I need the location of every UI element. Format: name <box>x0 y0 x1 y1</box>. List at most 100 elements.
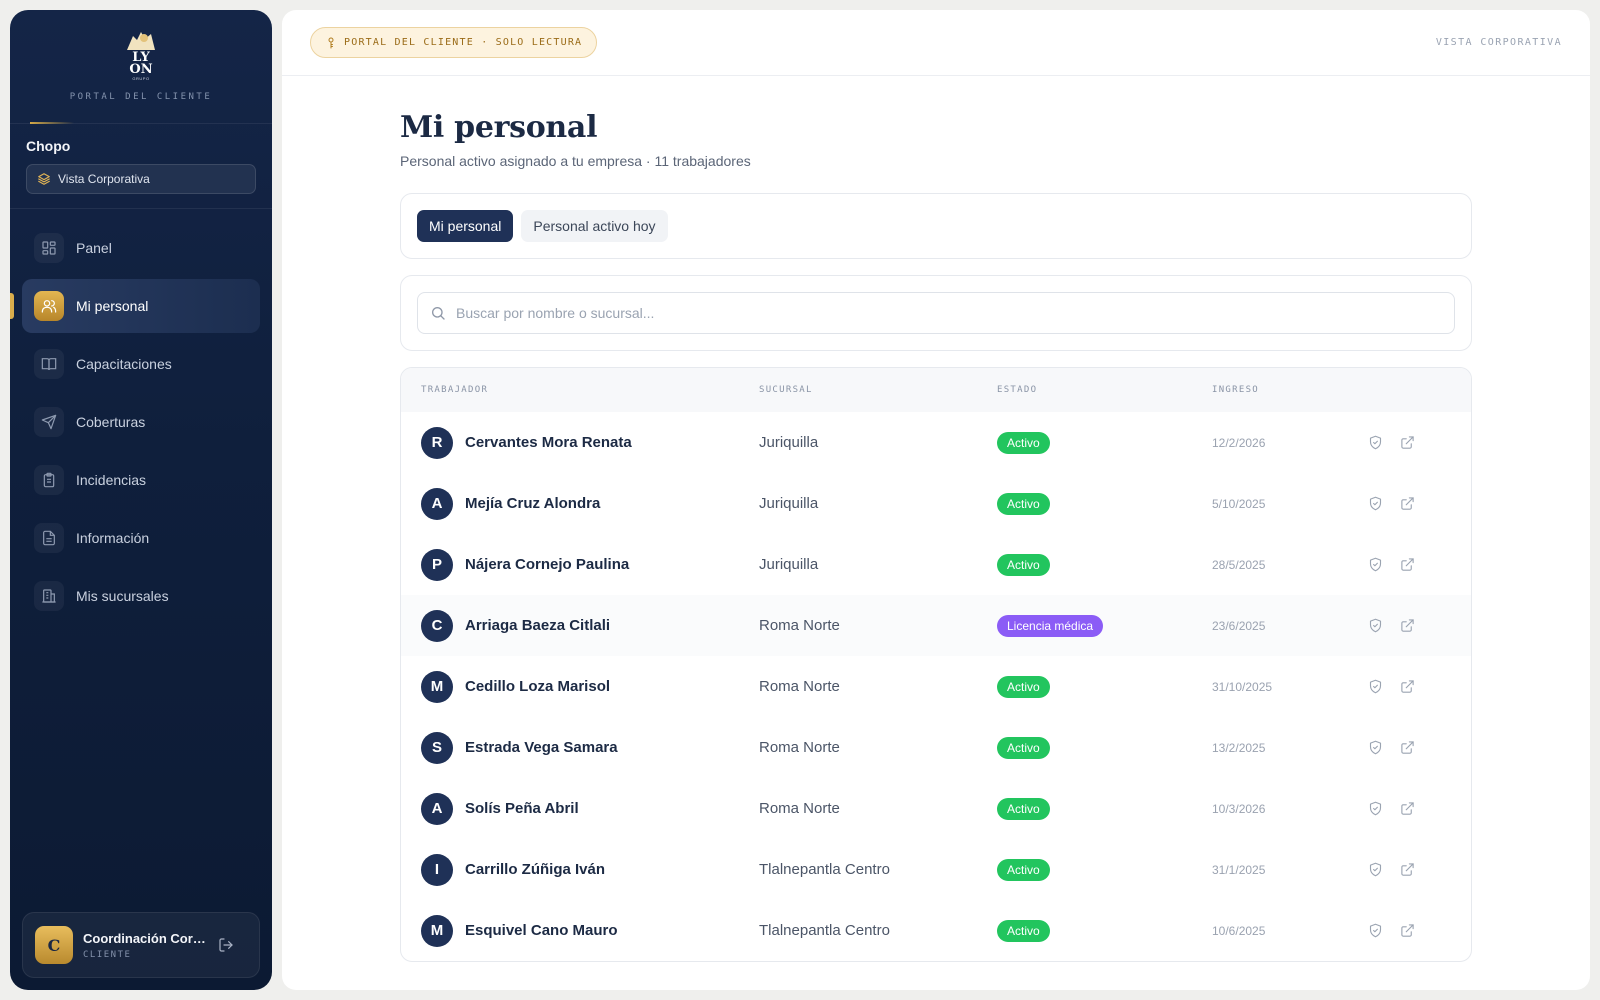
worker-avatar: S <box>421 731 453 764</box>
status-cell: Activo <box>997 675 1212 698</box>
tabs-card: Mi personal Personal activo hoy <box>400 193 1472 259</box>
lyon-logo[interactable]: LY ON GRUPO <box>119 30 163 84</box>
status-cell: Activo <box>997 492 1212 515</box>
branch-cell: Roma Norte <box>759 739 840 756</box>
readonly-badge-label: PORTAL DEL CLIENTE · SOLO LECTURA <box>344 37 583 48</box>
external-link-icon[interactable] <box>1396 676 1418 698</box>
shield-icon[interactable] <box>1364 493 1386 515</box>
status-badge: Activo <box>997 492 1050 515</box>
sidebar-item-label: Mis sucursales <box>76 588 169 604</box>
status-badge: Activo <box>997 919 1050 942</box>
branch-cell: Roma Norte <box>759 678 840 695</box>
branch-cell: Tlalnepantla Centro <box>759 861 890 878</box>
sidebar-item-informacion[interactable]: Información <box>22 511 260 565</box>
shield-icon[interactable] <box>1364 920 1386 942</box>
logo-small-text: GRUPO <box>132 76 150 81</box>
shield-icon[interactable] <box>1364 554 1386 576</box>
user-avatar: C <box>35 926 73 964</box>
external-link-icon[interactable] <box>1396 493 1418 515</box>
table-row[interactable]: S Estrada Vega Samara Roma Norte Activo 13/2… <box>401 717 1471 778</box>
table-header: TRABAJADOR SUCURSAL ESTADO INGRESO <box>401 368 1471 412</box>
topbar: PORTAL DEL CLIENTE · SOLO LECTURA VISTA … <box>282 10 1590 76</box>
sidebar-item-mis-sucursales[interactable]: Mis sucursales <box>22 569 260 623</box>
header-entry[interactable]: INGRESO <box>1212 385 1364 395</box>
sidebar-item-mi-personal[interactable]: Mi personal <box>10 279 260 333</box>
entry-date-cell: 23/6/2025 <box>1212 618 1266 633</box>
entry-date-cell: 10/6/2025 <box>1212 923 1266 938</box>
brand-header: LY ON GRUPO PORTAL DEL CLIENTE <box>10 10 272 124</box>
dashboard-icon <box>34 233 64 263</box>
sidebar: LY ON GRUPO PORTAL DEL CLIENTE Chopo Vis… <box>10 10 272 990</box>
header-worker[interactable]: TRABAJADOR <box>421 385 759 395</box>
sidebar-item-panel[interactable]: Panel <box>22 221 260 275</box>
shield-icon[interactable] <box>1364 859 1386 881</box>
shield-icon[interactable] <box>1364 798 1386 820</box>
entry-date-cell: 10/3/2026 <box>1212 801 1266 816</box>
status-cell: Licencia médica <box>997 614 1212 637</box>
external-link-icon[interactable] <box>1396 798 1418 820</box>
external-link-icon[interactable] <box>1396 737 1418 759</box>
worker-avatar: A <box>421 487 453 520</box>
table-row[interactable]: P Nájera Cornejo Paulina Juriquilla Activo 2… <box>401 534 1471 595</box>
layers-icon <box>38 173 50 185</box>
status-badge: Activo <box>997 675 1050 698</box>
worker-avatar: I <box>421 853 453 886</box>
user-name: Coordinación Corporativa <box>83 930 211 946</box>
shield-icon[interactable] <box>1364 432 1386 454</box>
view-selector[interactable]: Vista Corporativa <box>26 164 256 194</box>
entry-date-cell: 13/2/2025 <box>1212 740 1266 755</box>
entry-date-cell: 31/1/2025 <box>1212 862 1266 877</box>
branch-cell: Roma Norte <box>759 617 840 634</box>
header-branch[interactable]: SUCURSAL <box>759 385 997 395</box>
status-cell: Activo <box>997 736 1212 759</box>
sidebar-item-coberturas[interactable]: Coberturas <box>22 395 260 449</box>
page-content: Mi personal Personal activo asignado a t… <box>400 110 1472 962</box>
corporate-view-label: VISTA CORPORATIVA <box>1435 37 1562 48</box>
sidebar-nav: Panel Mi personal Capacitaciones Cobertu… <box>10 209 272 623</box>
user-role: CLIENTE <box>83 949 132 960</box>
building-icon <box>34 581 64 611</box>
row-actions <box>1364 737 1428 759</box>
worker-name: Cervantes Mora Renata <box>465 434 632 451</box>
status-badge: Activo <box>997 797 1050 820</box>
external-link-icon[interactable] <box>1396 554 1418 576</box>
worker-name: Mejía Cruz Alondra <box>465 495 601 512</box>
external-link-icon[interactable] <box>1396 920 1418 942</box>
table-row[interactable]: A Mejía Cruz Alondra Juriquilla Activo 5/10/… <box>401 473 1471 534</box>
table-row[interactable]: I Carrillo Zúñiga Iván Tlalnepantla Centro… <box>401 839 1471 900</box>
worker-name: Solís Peña Abril <box>465 800 579 817</box>
logout-icon[interactable] <box>215 934 237 956</box>
branch-cell: Roma Norte <box>759 800 840 817</box>
table-row[interactable]: C Arriaga Baeza Citlali Roma Norte Licencia… <box>401 595 1471 656</box>
search-box <box>417 292 1455 334</box>
sidebar-item-incidencias[interactable]: Incidencias <box>22 453 260 507</box>
table-row[interactable]: A Solís Peña Abril Roma Norte Activo 10/3/20… <box>401 778 1471 839</box>
shield-icon[interactable] <box>1364 737 1386 759</box>
external-link-icon[interactable] <box>1396 859 1418 881</box>
external-link-icon[interactable] <box>1396 615 1418 637</box>
logo-text-on: ON <box>129 62 153 77</box>
status-cell: Activo <box>997 858 1212 881</box>
table-row[interactable]: M Esquivel Cano Mauro Tlalnepantla Centro A… <box>401 900 1471 961</box>
status-badge: Activo <box>997 553 1050 576</box>
header-status[interactable]: ESTADO <box>997 385 1212 395</box>
tab-mi-personal[interactable]: Mi personal <box>417 210 514 242</box>
table-row[interactable]: R Cervantes Mora Renata Juriquilla Activo 12… <box>401 412 1471 473</box>
shield-icon[interactable] <box>1364 615 1386 637</box>
table-row[interactable]: M Cedillo Loza Marisol Roma Norte Activo 31/… <box>401 656 1471 717</box>
sidebar-item-capacitaciones[interactable]: Capacitaciones <box>22 337 260 391</box>
tab-personal-activo-hoy[interactable]: Personal activo hoy <box>521 210 668 242</box>
search-input[interactable] <box>456 305 1442 321</box>
external-link-icon[interactable] <box>1396 432 1418 454</box>
branch-cell: Juriquilla <box>759 556 819 573</box>
worker-cell: I Carrillo Zúñiga Iván <box>421 853 759 886</box>
worker-name: Estrada Vega Samara <box>465 739 618 756</box>
main-panel: PORTAL DEL CLIENTE · SOLO LECTURA VISTA … <box>282 10 1590 990</box>
row-actions <box>1364 493 1428 515</box>
branch-cell: Juriquilla <box>759 434 819 451</box>
row-actions <box>1364 554 1428 576</box>
entry-date-cell: 12/2/2026 <box>1212 435 1266 450</box>
page-subtitle: Personal activo asignado a tu empresa · … <box>400 153 751 169</box>
shield-icon[interactable] <box>1364 676 1386 698</box>
sidebar-item-label: Mi personal <box>76 298 149 314</box>
